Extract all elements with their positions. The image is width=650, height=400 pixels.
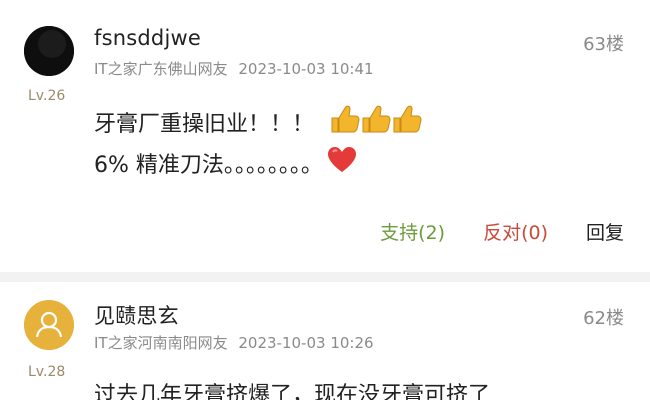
comment-source: IT之家河南南阳网友 [94,334,228,352]
content-text: 牙膏厂重操旧业！！！ [94,112,315,137]
avatar[interactable] [24,26,74,76]
comment-time: 2023-10-03 10:41 [238,60,374,78]
default-user-icon [24,300,74,350]
floor-number: 63楼 [583,34,624,55]
comment-divider [0,272,650,282]
comment-content: 牙膏厂重操旧业！！！ 6% 精准刀法。。。。。。。。 [94,104,422,186]
comment-time: 2023-10-03 10:26 [238,334,374,352]
username[interactable]: 见赜思玄 [94,300,179,330]
reply-button[interactable]: 回复 [586,218,624,245]
oppose-button[interactable]: 反对(0) [483,218,548,245]
content-text: 6% 精准刀法。。。。。。。。 [94,153,323,178]
user-level-badge: Lv.28 [28,364,66,380]
content-line: 牙膏厂重操旧业！！！ [94,104,422,146]
comment-source: IT之家广东佛山网友 [94,60,228,78]
content-text: 过去几年牙膏挤爆了，现在没牙膏可挤了 [94,383,491,400]
content-line: 6% 精准刀法。。。。。。。。 [94,146,422,186]
support-button[interactable]: 支持(2) [380,218,445,245]
avatar[interactable] [24,300,74,350]
comment-meta: IT之家河南南阳网友 2023-10-03 10:26 [94,332,374,353]
red-heart-icon [327,146,357,186]
thumbs-up-icon [328,104,422,146]
floor-number: 62楼 [583,308,624,329]
comment-content: 过去几年牙膏挤爆了，现在没牙膏可挤了 [94,378,490,400]
comment-item: Lv.28 见赜思玄 IT之家河南南阳网友 2023-10-03 10:26 6… [0,282,650,400]
comment-actions: 支持(2) 反对(0) 回复 [380,218,624,245]
user-level-badge: Lv.26 [28,88,66,104]
content-line: 过去几年牙膏挤爆了，现在没牙膏可挤了 [94,378,490,400]
comment-meta: IT之家广东佛山网友 2023-10-03 10:41 [94,58,374,79]
username[interactable]: fsnsddjwe [94,26,201,50]
comment-item: Lv.26 fsnsddjwe IT之家广东佛山网友 2023-10-03 10… [0,0,650,272]
